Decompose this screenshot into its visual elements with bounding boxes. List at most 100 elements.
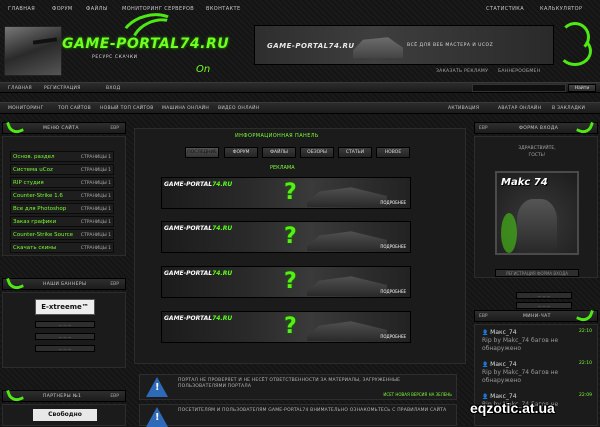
menu-item[interactable]: Скачать скины СТРАНИЦЫ 1 xyxy=(10,242,114,253)
watermark: eqzotic.at.ua xyxy=(470,400,555,416)
banner-code-button[interactable]: — — — xyxy=(35,333,95,340)
top-right-link[interactable]: СТАТИСТИКА xyxy=(486,6,524,12)
top-nav-link[interactable]: ФАЙЛЫ xyxy=(86,6,108,12)
ad-more-link[interactable]: ПОДРОБНЕЕ xyxy=(380,289,406,294)
menu-item-label: Все для Photoshop xyxy=(13,206,67,212)
ad-banner[interactable]: GAME-PORTAL74.RU ? ПОДРОБНЕЕ xyxy=(161,266,411,298)
chat-username[interactable]: Макс_74 xyxy=(490,361,516,368)
nav-top-sites[interactable]: ТОП САЙТОВ xyxy=(58,106,91,111)
top-right-link[interactable]: КАЛЬКУЛЯТОР xyxy=(540,6,582,12)
small-button[interactable]: — — — xyxy=(516,302,572,309)
nav-activation[interactable]: АКТИВАЦИЯ xyxy=(448,106,479,111)
nav-new-top-sites[interactable]: НОВЫЙ ТОП САЙТОВ xyxy=(100,106,154,111)
menu-item[interactable]: Основ. раздел СТРАНИЦЫ 1 xyxy=(10,151,114,162)
ad-brand-name: GAME-PORTAL xyxy=(164,181,213,188)
tab-articles[interactable]: СТАТЬИ xyxy=(338,147,372,158)
chat-badge: ЕВР xyxy=(479,314,488,319)
menu-item-label: Counter-Strike 1.6 xyxy=(13,193,63,199)
news-item[interactable]: ПОСЕТИТЕЛЯМ И ПОЛЬЗОВАТЕЛЯМ GAME-PORTAL7… xyxy=(139,404,457,427)
site-logo[interactable]: GAME-PORTAL74.RU xyxy=(62,36,229,52)
tab-forum[interactable]: ФОРУМ xyxy=(224,147,258,158)
ad-banner[interactable]: GAME-PORTAL74.RU ? ПОДРОБНЕЕ xyxy=(161,177,411,209)
chat-username[interactable]: Макс_74 xyxy=(490,329,516,336)
menu-item[interactable]: Система uCoz СТРАНИЦЫ 1 xyxy=(10,164,114,175)
banner-code-button[interactable]: — — — xyxy=(35,321,95,328)
question-mark-icon: ? xyxy=(284,269,297,294)
our-banners-title: НАШИ БАННЕРЫ xyxy=(43,282,87,287)
menu-item-label: RIP студия xyxy=(13,180,44,186)
warning-icon xyxy=(146,377,168,397)
menu-item-label: Заказ графики xyxy=(13,219,57,225)
guest-greeting: ЗДРАВСТВУЙТЕ, ГОСТЬ! xyxy=(518,146,556,158)
nav-home[interactable]: ГЛАВНАЯ xyxy=(8,86,32,91)
free-slot-banner[interactable]: Свободно xyxy=(33,409,97,421)
nav-avatar-online[interactable]: АВАТАР ОНЛАЙН xyxy=(498,106,541,111)
search-button[interactable]: Найти xyxy=(568,84,596,92)
ad-banner[interactable]: GAME-PORTAL74.RU ? ПОДРОБНЕЕ xyxy=(161,221,411,253)
menu-item[interactable]: Counter-Strike 1.6 СТРАНИЦЫ 1 xyxy=(10,190,114,201)
avatar-figure xyxy=(517,199,557,251)
banner-code-button[interactable]: — — — xyxy=(35,345,95,352)
header-banner[interactable]: GAME-PORTAL74.RU ВСЁ ДЛЯ ВЕБ МАСТЕРА И U… xyxy=(254,25,554,65)
news-text: ПОРТАЛ НЕ ПРОВЕРЯЕТ И НЕ НЕСЁТ ОТВЕТСТВЕ… xyxy=(178,378,401,389)
dragon-decoration-right xyxy=(556,22,596,72)
menu-item-pages: СТРАНИЦЫ 1 xyxy=(80,155,111,160)
tab-files[interactable]: ФАЙЛЫ xyxy=(262,147,296,158)
question-mark-icon: ? xyxy=(284,180,297,205)
ad-car-image xyxy=(307,187,387,207)
tab-reviews[interactable]: ОБЗОРЫ xyxy=(300,147,334,158)
menu-item[interactable]: RIP студия СТРАНИЦЫ 1 xyxy=(10,177,114,188)
banner-exchange-link[interactable]: БАННЕРООБМЕН xyxy=(498,69,540,74)
info-panel-title: ИНФОРМАЦИОННАЯ ПАНЕЛЬ xyxy=(235,133,319,139)
top-nav-link[interactable]: ВКОНТАКТЕ xyxy=(206,6,241,12)
top-navigation: ГЛАВНАЯ ФОРУМ ФАЙЛЫ МОНИТОРИНГ СЕРВЕРОВ … xyxy=(0,0,600,16)
news-item[interactable]: ПОРТАЛ НЕ ПРОВЕРЯЕТ И НЕ НЕСЁТ ОТВЕТСТВЕ… xyxy=(139,374,457,400)
menu-item[interactable]: Counter-Strike Source СТРАНИЦЫ 1 xyxy=(10,229,114,240)
nav-register[interactable]: РЕГИСТРАЦИЯ xyxy=(44,86,81,91)
menu-item-pages: СТРАНИЦЫ 1 xyxy=(80,168,111,173)
menu-item-label: Counter-Strike Source xyxy=(13,232,74,238)
nav-bookmarks[interactable]: В ЗАКЛАДКИ xyxy=(552,106,585,111)
login-panel: ЕВР ФОРМА ВХОДА ЗДРАВСТВУЙТЕ, ГОСТЬ! Mak… xyxy=(474,118,598,278)
small-button[interactable]: — — — xyxy=(516,292,572,299)
our-banners-body: E-xtreeme™ — — — — — — — — — xyxy=(2,292,126,368)
tab-latest[interactable]: ПОСЛЕДНИЕ xyxy=(185,147,219,158)
menu-item[interactable]: Заказ графики СТРАНИЦЫ 1 xyxy=(10,216,114,227)
ad-brand-name: GAME-PORTAL xyxy=(164,225,213,232)
question-mark-icon: ? xyxy=(284,224,297,249)
ad-more-link[interactable]: ПОДРОБНЕЕ xyxy=(380,200,406,205)
search-input[interactable] xyxy=(472,84,566,92)
register-login-button[interactable]: РЕГИСТРАЦИЯ ФОРМА ВХОДА xyxy=(495,269,579,277)
logo-mark: On xyxy=(196,64,211,75)
banner-88x31[interactable]: E-xtreeme™ xyxy=(35,299,95,315)
partners-title: ПАРТНЕРЫ №1 xyxy=(43,394,82,399)
nav-machine-online[interactable]: МАШИНА ОНЛАЙН xyxy=(162,106,209,111)
top-nav-link[interactable]: ГЛАВНАЯ xyxy=(8,6,35,12)
site-menu-title: МЕНЮ САЙТА xyxy=(43,126,79,131)
menu-item-pages: СТРАНИЦЫ 1 xyxy=(80,194,111,199)
nav-monitoring[interactable]: МОНИТОРИНГ xyxy=(8,106,44,111)
chat-time: 22:10 xyxy=(579,329,592,334)
nav-login[interactable]: ВХОД xyxy=(106,86,120,91)
ad-brand: GAME-PORTAL74.RU xyxy=(164,181,232,188)
top-nav-link[interactable]: МОНИТОРИНГ СЕРВЕРОВ xyxy=(122,6,194,12)
ad-banner[interactable]: GAME-PORTAL74.RU ? ПОДРОБНЕЕ xyxy=(161,311,411,343)
menu-item-label: Скачать скины xyxy=(13,245,57,251)
chat-username[interactable]: Макс_74 xyxy=(490,393,516,400)
top-nav-link[interactable]: ФОРУМ xyxy=(52,6,73,12)
chat-title: МИНИ-ЧАТ xyxy=(523,314,551,319)
partners-badge: ЕВР xyxy=(110,394,119,399)
news-footer[interactable]: ИСЕТ НОВАЯ ВЕРСИЯ НА ЗЕЛЕНЬ xyxy=(383,392,452,397)
ad-more-link[interactable]: ПОДРОБНЕЕ xyxy=(380,334,406,339)
chat-user: 👤 Макс_74 xyxy=(482,329,592,336)
partners-panel: ПАРТНЕРЫ №1 ЕВР Свободно xyxy=(2,386,126,426)
ad-brand-name: GAME-PORTAL xyxy=(164,270,213,277)
warning-icon xyxy=(146,407,168,427)
tab-new[interactable]: НОВОЕ xyxy=(376,147,410,158)
ad-more-link[interactable]: ПОДРОБНЕЕ xyxy=(380,244,406,249)
order-ad-link[interactable]: ЗАКАЗАТЬ РЕКЛАМУ xyxy=(436,69,488,74)
menu-item[interactable]: Все для Photoshop СТРАНИЦЫ 1 xyxy=(10,203,114,214)
nav-video-online[interactable]: ВИДЕО ОНЛАЙН xyxy=(218,106,260,111)
menu-item-pages: СТРАНИЦЫ 1 xyxy=(80,181,111,186)
logo-soldier-image xyxy=(4,26,62,76)
